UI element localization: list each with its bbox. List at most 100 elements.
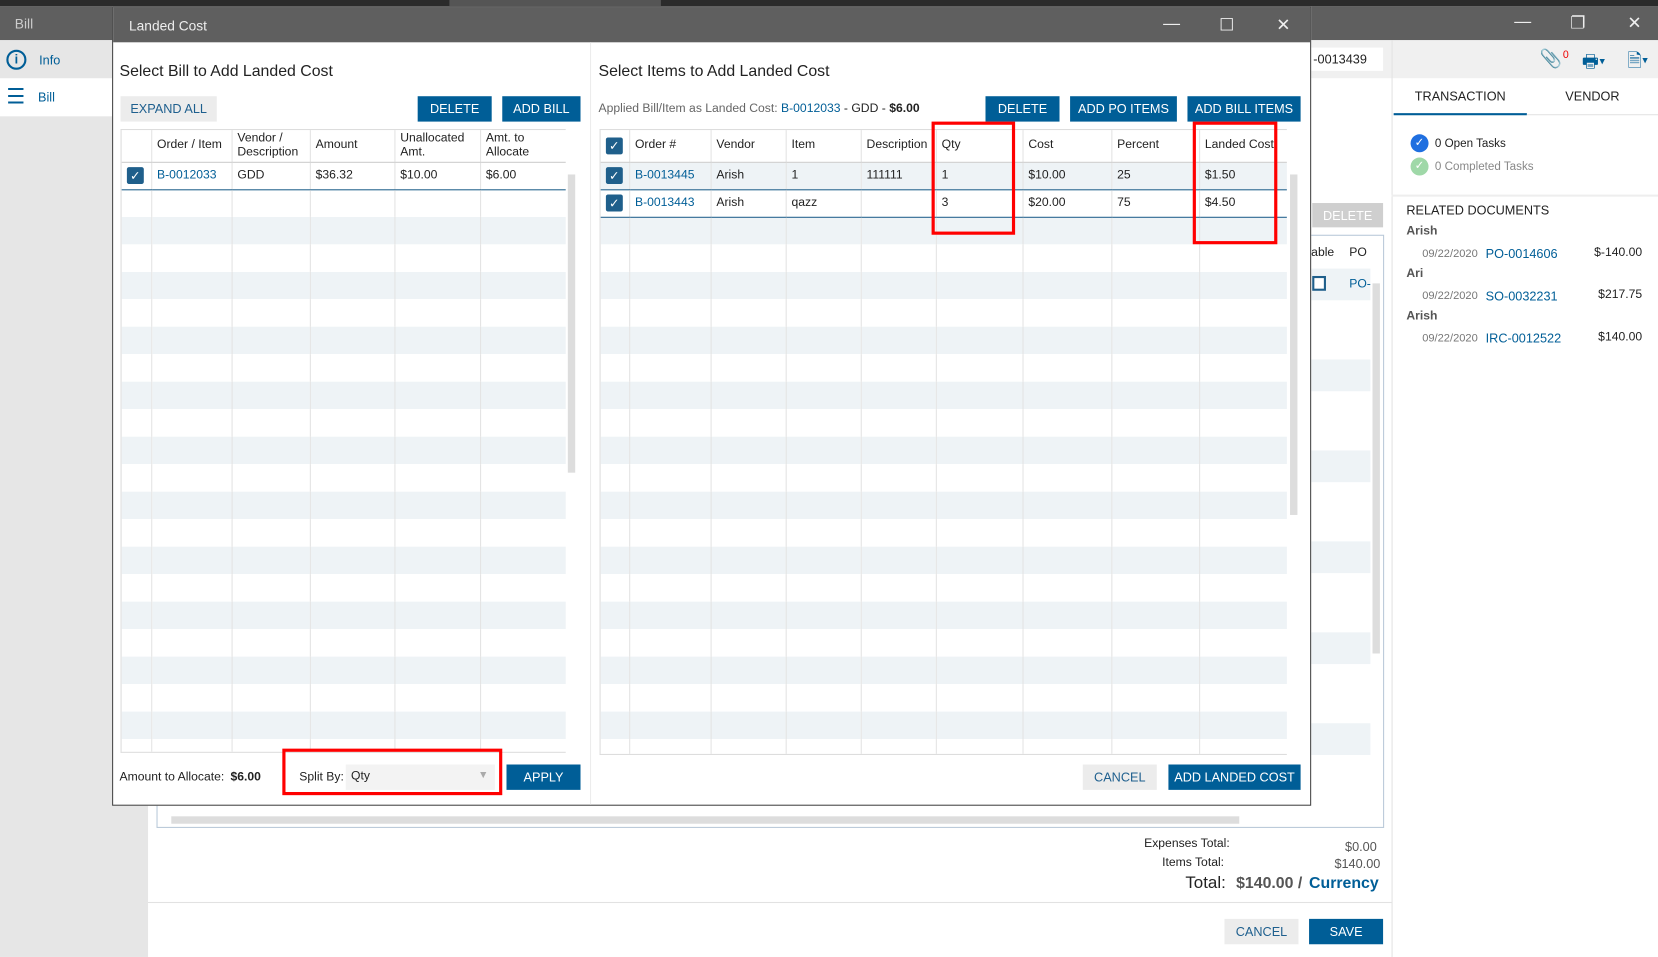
related-name: Arish — [1406, 225, 1438, 238]
grid-hscrollbar[interactable] — [171, 816, 1240, 824]
attachment-icon[interactable]: 📎 — [1540, 49, 1562, 70]
cancel-button[interactable]: CANCEL — [1224, 918, 1299, 945]
row-checkbox[interactable] — [1312, 275, 1326, 291]
table-row[interactable]: ✓ B-0012033 GDD $36.32 $10.00 $6.00 — [121, 161, 566, 190]
description-cell: 111111 — [860, 161, 937, 190]
add-bill-items-button[interactable]: ADD BILL ITEMS — [1187, 96, 1301, 122]
related-documents-list: Arish 09/22/2020 PO-0014606 $-140.00 Ari 09/2… — [1406, 225, 1649, 352]
grid-header-po: PO — [1349, 246, 1367, 260]
row-po-link[interactable]: PO- — [1349, 278, 1371, 291]
empty-row — [121, 354, 566, 382]
tab-vendor[interactable]: VENDOR — [1526, 78, 1658, 116]
tab-transaction[interactable]: TRANSACTION — [1393, 78, 1527, 116]
close-icon[interactable]: ✕ — [1276, 15, 1290, 36]
row-checkbox[interactable]: ✓ — [605, 194, 623, 212]
empty-row — [600, 409, 1287, 437]
expand-all-button[interactable]: EXPAND ALL — [120, 96, 217, 122]
empty-row — [600, 464, 1287, 492]
grid-row — [1311, 723, 1371, 755]
order-link[interactable]: B-0012033 — [151, 161, 233, 190]
add-bill-button[interactable]: ADD BILL — [502, 96, 581, 122]
column-header[interactable]: Percent — [1111, 130, 1200, 163]
grid-vscrollbar[interactable] — [1372, 283, 1380, 654]
column-header[interactable]: Vendor — [710, 130, 787, 163]
amount-to-allocate-value: $6.00 — [230, 770, 261, 784]
order-cell[interactable]: B-0013443 — [629, 189, 712, 218]
close-icon[interactable]: ✕ — [1627, 13, 1641, 34]
related-amount: $140.00 — [1598, 330, 1643, 344]
column-header[interactable]: Item — [785, 130, 862, 163]
empty-row — [600, 436, 1287, 465]
list-icon: ☰ — [6, 85, 26, 109]
unallocated-cell: $10.00 — [394, 161, 481, 190]
column-header[interactable]: Vendor / Description — [231, 130, 311, 163]
applied-bill-link[interactable]: B-0012033 — [781, 103, 841, 116]
column-header[interactable]: Order # — [629, 130, 712, 163]
left-pane-title: Select Bill to Add Landed Cost — [119, 62, 333, 81]
description-cell — [860, 189, 937, 218]
empty-row — [600, 491, 1287, 520]
row-checkbox[interactable]: ✓ — [605, 167, 623, 184]
total-value: $140.00 / — [1236, 874, 1303, 893]
delete-items-button[interactable]: DELETE — [985, 96, 1060, 122]
related-doc-link[interactable]: PO-0014606 — [1486, 246, 1558, 261]
info-icon: i — [6, 49, 27, 70]
empty-row — [121, 711, 566, 740]
maximize-icon[interactable]: ☐ — [1219, 15, 1234, 36]
dialog-cancel-button[interactable]: CANCEL — [1082, 764, 1157, 790]
vendor-cell: Arish — [710, 189, 787, 218]
bill-number-field[interactable]: -0013439 — [1309, 47, 1384, 71]
column-header[interactable]: Unallocated Amt. — [394, 130, 481, 163]
empty-row — [121, 436, 566, 465]
column-header[interactable]: Cost — [1022, 130, 1112, 163]
apply-button[interactable]: APPLY — [506, 764, 581, 790]
select-all-header — [121, 130, 152, 163]
restore-icon[interactable]: ❐ — [1570, 13, 1585, 34]
select-all-checkbox[interactable]: ✓ — [605, 137, 623, 155]
empty-row — [121, 409, 566, 437]
empty-row — [121, 491, 566, 520]
empty-row — [121, 244, 566, 272]
vendor-cell: GDD — [231, 161, 311, 190]
dialog-title: Landed Cost — [129, 17, 207, 34]
open-tasks[interactable]: ✓ 0 Open Tasks — [1410, 134, 1506, 153]
amount-to-allocate-label: Amount to Allocate: — [119, 770, 225, 784]
save-button[interactable]: SAVE — [1309, 918, 1384, 945]
document-icon[interactable]: 🗎▾ — [1627, 48, 1648, 79]
bill-table-scrollbar[interactable] — [567, 174, 576, 473]
print-icon[interactable]: 🖶▾ — [1582, 49, 1606, 80]
empty-row — [600, 574, 1287, 602]
empty-row — [600, 739, 1287, 754]
completed-tasks[interactable]: ✓ 0 Completed Tasks — [1410, 157, 1534, 176]
order-cell[interactable]: B-0013445 — [629, 161, 712, 190]
empty-row — [600, 684, 1287, 712]
column-header[interactable]: Order / Item — [151, 130, 233, 163]
empty-row — [121, 299, 566, 327]
empty-row — [121, 574, 566, 602]
grid-row — [1311, 541, 1371, 574]
total-label: Total: — [1185, 874, 1226, 893]
currency-link[interactable]: Currency — [1309, 874, 1379, 892]
column-header[interactable]: Amount — [309, 130, 395, 163]
items-total-value: $140.00 — [1334, 856, 1381, 872]
items-table-scrollbar[interactable] — [1290, 174, 1298, 515]
add-landed-cost-button[interactable]: ADD LANDED COST — [1168, 764, 1301, 790]
minimize-icon[interactable]: — — [1514, 13, 1531, 32]
window-title: Bill — [14, 15, 34, 32]
allocate-cell[interactable]: $6.00 — [480, 161, 566, 190]
related-doc-link[interactable]: SO-0032231 — [1486, 289, 1558, 304]
empty-row — [600, 629, 1287, 657]
completed-tasks-label: 0 Completed Tasks — [1434, 160, 1534, 173]
related-doc-link[interactable]: IRC-0012522 — [1486, 331, 1561, 346]
applied-info: Applied Bill/Item as Landed Cost: B-0012… — [598, 102, 920, 116]
row-checkbox[interactable]: ✓ — [126, 167, 144, 184]
minimize-icon[interactable]: — — [1163, 15, 1180, 34]
column-header[interactable]: Amt. to Allocate — [480, 130, 566, 163]
column-header[interactable]: Description — [860, 130, 937, 163]
dialog-titlebar: Landed Cost — ☐ ✕ — [113, 7, 1311, 43]
empty-row — [121, 656, 566, 685]
delete-bill-button[interactable]: DELETE — [417, 96, 492, 122]
add-po-items-button[interactable]: ADD PO ITEMS — [1070, 96, 1177, 122]
divider — [148, 901, 1392, 904]
cost-cell: $20.00 — [1022, 189, 1112, 218]
